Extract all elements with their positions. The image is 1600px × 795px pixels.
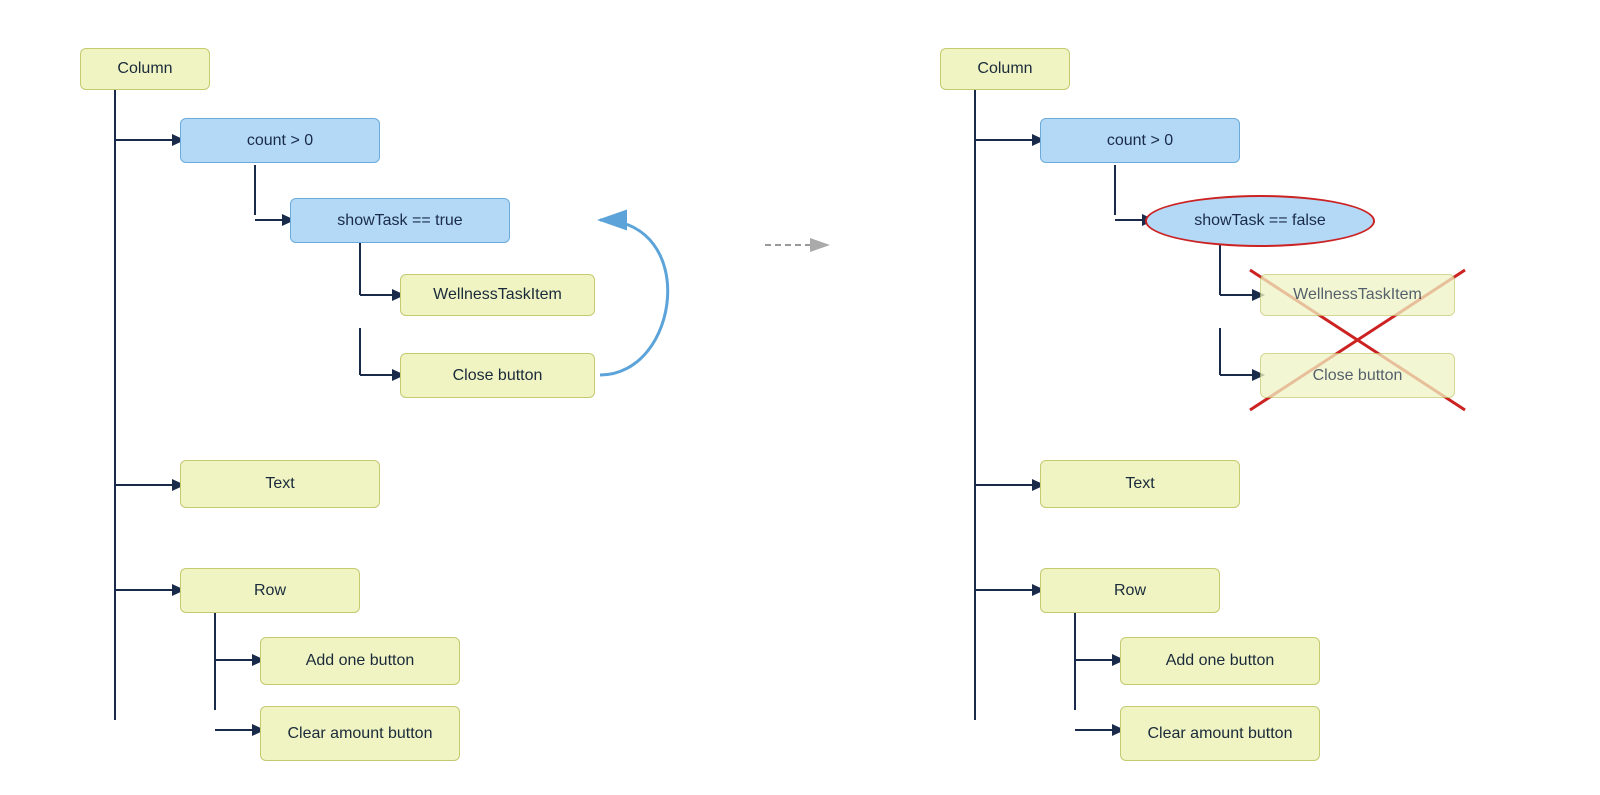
- right-wellness-label: WellnessTaskItem: [1293, 286, 1422, 304]
- left-close-node: Close button: [400, 353, 595, 398]
- left-wellness-label: WellnessTaskItem: [433, 286, 562, 304]
- left-row-node: Row: [180, 568, 360, 613]
- right-addone-node: Add one button: [1120, 637, 1320, 685]
- right-column-node: Column: [940, 48, 1070, 90]
- left-wellness-node: WellnessTaskItem: [400, 274, 595, 316]
- right-row-node: Row: [1040, 568, 1220, 613]
- right-close-node: Close button: [1260, 353, 1455, 398]
- left-close-label: Close button: [453, 367, 543, 385]
- right-wellness-node: WellnessTaskItem: [1260, 274, 1455, 316]
- left-showtask-node: showTask == true: [290, 198, 510, 243]
- right-showtask-label: showTask == false: [1194, 212, 1326, 230]
- between-arrow: [760, 30, 840, 260]
- right-count-node: count > 0: [1040, 118, 1240, 163]
- left-row-label: Row: [254, 582, 286, 600]
- dashed-arrow-svg: [760, 230, 840, 260]
- left-addone-label: Add one button: [306, 652, 415, 670]
- left-text-label: Text: [265, 475, 294, 493]
- right-column-label: Column: [977, 60, 1032, 78]
- diagram-container: Column count > 0 showTask == true Wellne…: [0, 0, 1600, 795]
- left-clear-node: Clear amount button: [260, 706, 460, 761]
- right-text-label: Text: [1125, 475, 1154, 493]
- right-clear-node: Clear amount button: [1120, 706, 1320, 761]
- left-column-node: Column: [80, 48, 210, 90]
- left-column-label: Column: [117, 60, 172, 78]
- right-clear-label: Clear amount button: [1148, 725, 1293, 743]
- left-diagram: Column count > 0 showTask == true Wellne…: [60, 30, 680, 760]
- right-addone-label: Add one button: [1166, 652, 1275, 670]
- right-text-node: Text: [1040, 460, 1240, 508]
- right-showtask-node: showTask == false: [1145, 195, 1375, 247]
- right-close-label: Close button: [1313, 367, 1403, 385]
- right-count-label: count > 0: [1107, 132, 1173, 150]
- right-row-label: Row: [1114, 582, 1146, 600]
- right-diagram: Column count > 0 showTask == false Welln…: [920, 30, 1540, 760]
- left-text-node: Text: [180, 460, 380, 508]
- left-count-label: count > 0: [247, 132, 313, 150]
- left-showtask-label: showTask == true: [337, 212, 462, 230]
- left-count-node: count > 0: [180, 118, 380, 163]
- left-clear-label: Clear amount button: [288, 725, 433, 743]
- left-addone-node: Add one button: [260, 637, 460, 685]
